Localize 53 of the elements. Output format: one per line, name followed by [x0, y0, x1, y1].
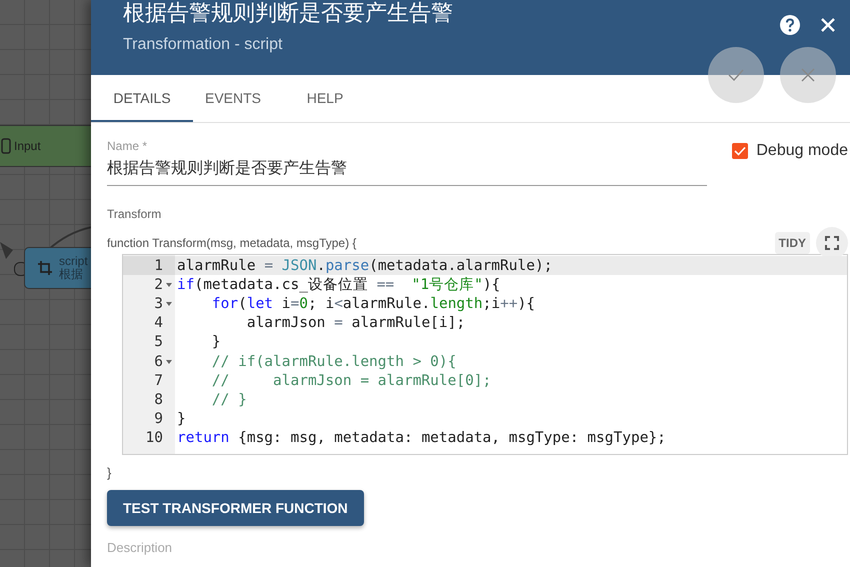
field-value: 根据告警规则判断是否要产生告警: [107, 158, 348, 179]
checkbox-label: Debug mode: [756, 143, 848, 159]
node-label: Input: [14, 139, 41, 153]
tab[interactable]: DETAILS: [91, 75, 193, 122]
close-icon: [801, 68, 815, 82]
code-line: return {msg: msg, metadata: metadata, msgType: msgType};: [177, 430, 666, 446]
code-line: }: [177, 411, 186, 428]
line-number: 3: [154, 296, 163, 312]
node-type: script: [59, 255, 88, 268]
tab[interactable]: EVENTS: [193, 75, 273, 122]
checkbox[interactable]: [732, 143, 748, 159]
line-number: 2: [154, 276, 163, 293]
section-label: Transform: [107, 207, 162, 221]
check-icon: [728, 69, 744, 81]
fullscreen-icon: [825, 236, 839, 250]
line-number: 9: [154, 411, 163, 428]
code-line: if(metadata.cs_设备位置 == "1号仓库"){: [177, 276, 500, 294]
section-label: Description: [107, 540, 174, 555]
checkmark-icon: [734, 146, 746, 156]
input-icon: [1, 138, 11, 154]
line-number: 4: [154, 315, 163, 332]
tab[interactable]: HELP: [273, 75, 377, 122]
node-label: 根据: [59, 268, 83, 281]
code-line: // if(alarmRule.length > 0){: [210, 354, 456, 370]
line-number: 7: [154, 372, 163, 389]
fullscreen-button[interactable]: [816, 227, 848, 259]
code-line: // alarmJson = alarmRule[0];: [210, 372, 492, 389]
code-line: alarmJson = alarmRule[i];: [246, 315, 466, 332]
line-number: 8: [154, 392, 163, 408]
fold-icon[interactable]: [166, 302, 172, 306]
fold-icon[interactable]: [166, 360, 172, 364]
code-line: alarmRule = JSON.parse(metadata.alarmRule);: [177, 258, 552, 274]
field-label: Name *: [107, 139, 148, 153]
arrow-icon: [0, 240, 14, 260]
test-button[interactable]: TEST TRANSFORMER FUNCTION: [107, 490, 364, 526]
dialog-subtitle: Transformation - script: [123, 36, 284, 54]
line-number: 1: [154, 258, 163, 274]
line-number: 10: [146, 430, 163, 446]
code-line: }: [210, 334, 221, 350]
function-signature: function Transform(msg, metadata, msgType) {: [107, 236, 356, 250]
code-line: // }: [210, 392, 247, 408]
tidy-button[interactable]: TIDY: [774, 232, 810, 254]
name-field[interactable]: Name * 根据告警规则判断是否要产生告警: [107, 139, 707, 186]
line-number: 6: [154, 354, 163, 370]
dialog-title: 根据告警规则判断是否要产生告警: [123, 0, 453, 26]
function-closing: }: [107, 465, 112, 480]
help-icon[interactable]: [780, 15, 800, 35]
line-number: 5: [154, 334, 163, 350]
code-editor[interactable]: [122, 254, 848, 455]
fold-icon[interactable]: [166, 282, 172, 287]
code-line: for(let i=0; i<alarmRule.length;i++){: [210, 296, 536, 312]
close-icon[interactable]: [820, 17, 836, 33]
crop-icon: [37, 260, 53, 276]
